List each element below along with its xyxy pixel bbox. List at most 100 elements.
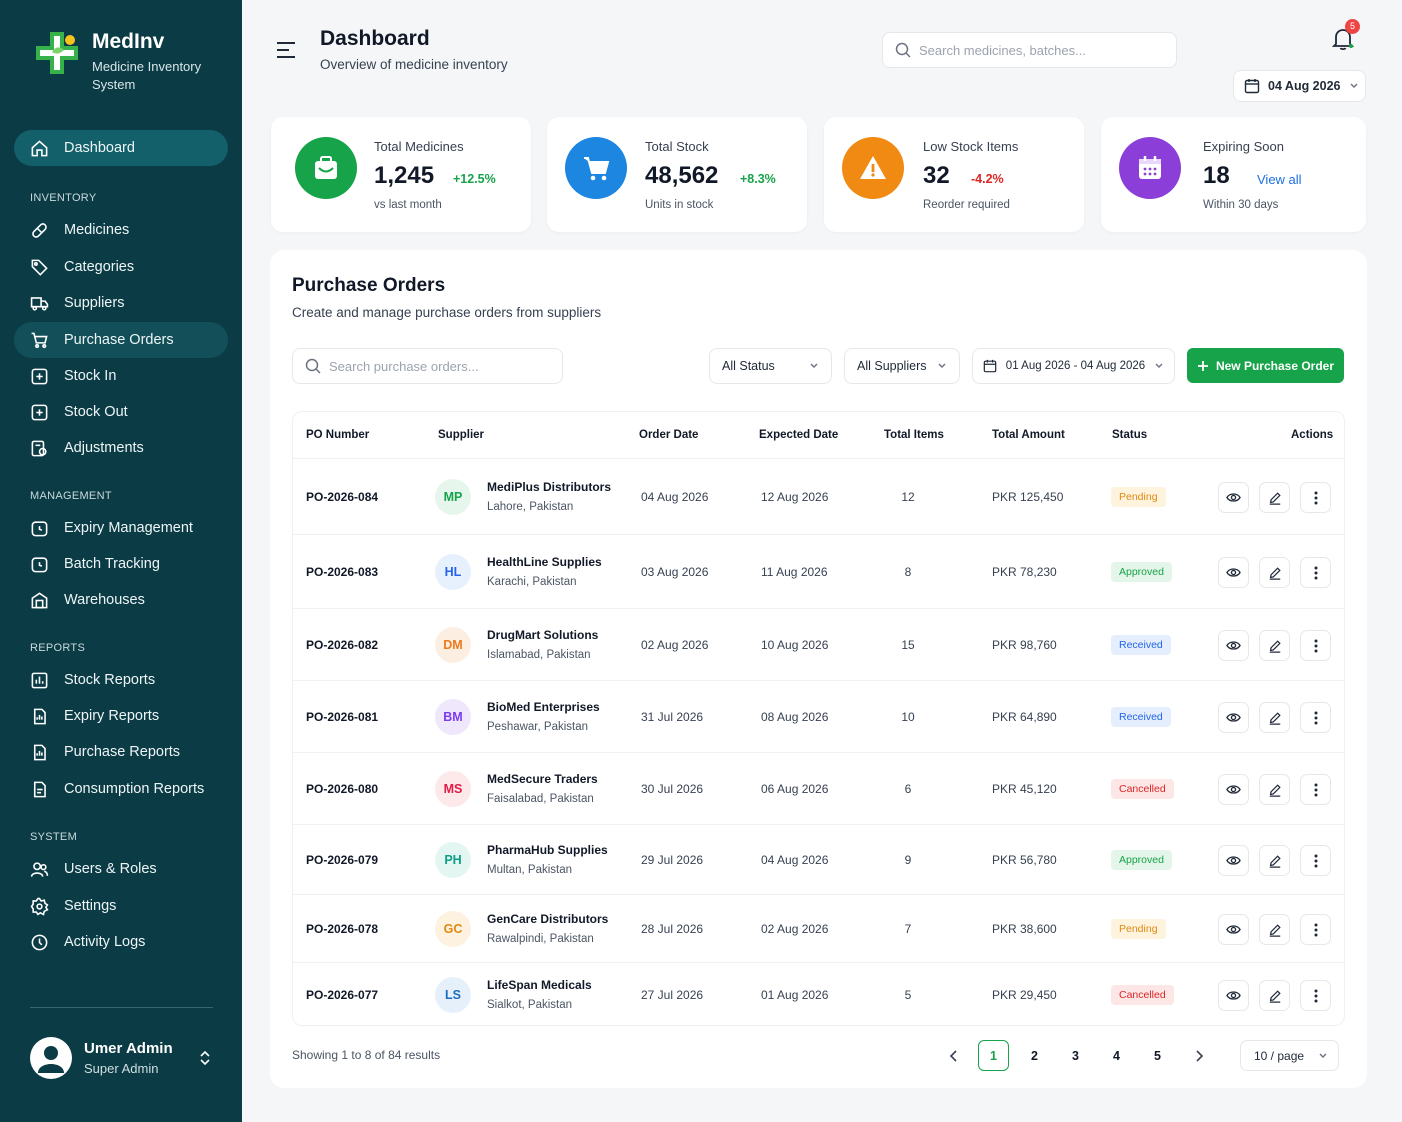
view-button[interactable] bbox=[1218, 482, 1249, 513]
more-options-button[interactable] bbox=[1300, 845, 1331, 876]
view-button[interactable] bbox=[1218, 630, 1249, 661]
sidebar-item-stock-in[interactable]: Stock In bbox=[14, 358, 228, 394]
menu-toggle-button[interactable] bbox=[276, 40, 298, 60]
more-options-button[interactable] bbox=[1300, 630, 1331, 661]
view-button[interactable] bbox=[1218, 774, 1249, 805]
table-row[interactable]: PO-2026-079 PH PharmaHub Supplies Multan, P… bbox=[293, 824, 1344, 894]
total-items: 9 bbox=[904, 853, 912, 867]
po-search[interactable] bbox=[292, 348, 563, 384]
stat-card-expiring-soon[interactable]: Expiring Soon 18 View all Within 30 days bbox=[1101, 117, 1366, 232]
chevron-up-down-icon[interactable] bbox=[198, 1050, 212, 1066]
sidebar-item-purchase-orders[interactable]: Purchase Orders bbox=[14, 322, 228, 358]
col-total-items[interactable]: Total Items bbox=[884, 429, 944, 441]
po-number[interactable]: PO-2026-077 bbox=[306, 988, 378, 1002]
col-po-number[interactable]: PO Number bbox=[306, 429, 369, 441]
edit-button[interactable] bbox=[1259, 630, 1290, 661]
more-options-button[interactable] bbox=[1300, 774, 1331, 805]
page-button-5[interactable]: 5 bbox=[1142, 1040, 1173, 1071]
status-filter-select[interactable]: All Status bbox=[709, 348, 832, 384]
col-supplier[interactable]: Supplier bbox=[438, 429, 484, 441]
user-profile[interactable]: Umer Admin Super Admin bbox=[30, 1036, 220, 1080]
edit-button[interactable] bbox=[1259, 845, 1290, 876]
search-input[interactable] bbox=[919, 42, 1139, 58]
date-picker-button[interactable]: 04 Aug 2026 bbox=[1233, 70, 1366, 102]
view-button[interactable] bbox=[1218, 914, 1249, 945]
expected-date: 08 Aug 2026 bbox=[761, 710, 829, 724]
view-button[interactable] bbox=[1218, 845, 1249, 876]
date-range-picker[interactable]: 01 Aug 2026 - 04 Aug 2026 bbox=[972, 348, 1175, 384]
order-date: 29 Jul 2026 bbox=[641, 853, 704, 867]
table-row[interactable]: PO-2026-078 GC GenCare Distributors Rawalpi… bbox=[293, 894, 1344, 962]
table-row[interactable]: PO-2026-084 MP MediPlus Distributors Lahore… bbox=[293, 458, 1344, 534]
col-status[interactable]: Status bbox=[1112, 429, 1147, 441]
table-row[interactable]: PO-2026-082 DM DrugMart Solutions Islamabad… bbox=[293, 608, 1344, 680]
brand[interactable]: MedInv Medicine Inventory System bbox=[32, 28, 212, 94]
view-button[interactable] bbox=[1218, 980, 1249, 1011]
sidebar-item-expiry-reports[interactable]: Expiry Reports bbox=[14, 698, 228, 734]
col-order-date[interactable]: Order Date bbox=[639, 429, 698, 441]
chevron-down-icon bbox=[1350, 83, 1357, 88]
po-number[interactable]: PO-2026-080 bbox=[306, 782, 378, 796]
view-button[interactable] bbox=[1218, 702, 1249, 733]
po-number[interactable]: PO-2026-078 bbox=[306, 922, 378, 936]
sidebar-item-suppliers[interactable]: Suppliers bbox=[14, 285, 228, 321]
table-row[interactable]: PO-2026-077 LS LifeSpan Medicals Sialkot, P… bbox=[293, 962, 1344, 1026]
per-page-select[interactable]: 10 / page bbox=[1240, 1040, 1339, 1071]
po-number[interactable]: PO-2026-082 bbox=[306, 638, 378, 652]
sidebar-item-stock-out[interactable]: Stock Out bbox=[14, 394, 228, 430]
sidebar-item-consumption-reports[interactable]: Consumption Reports bbox=[14, 771, 228, 807]
new-purchase-order-button[interactable]: New Purchase Order bbox=[1187, 348, 1344, 383]
status-badge: Pending bbox=[1111, 919, 1166, 939]
table-row[interactable]: PO-2026-080 MS MedSecure Traders Faisalabad… bbox=[293, 752, 1344, 824]
sidebar-item-stock-reports[interactable]: Stock Reports bbox=[14, 662, 228, 698]
supplier-location: Sialkot, Pakistan bbox=[487, 999, 573, 1011]
table-row[interactable]: PO-2026-081 BM BioMed Enterprises Peshawar,… bbox=[293, 680, 1344, 752]
po-search-input[interactable] bbox=[329, 358, 549, 374]
sidebar-item-users-roles[interactable]: Users & Roles bbox=[14, 851, 228, 887]
sidebar-item-dashboard[interactable]: Dashboard bbox=[14, 130, 228, 166]
calendar-icon bbox=[1119, 137, 1181, 199]
table-row[interactable]: PO-2026-083 HL HealthLine Supplies Karachi,… bbox=[293, 534, 1344, 608]
page-button-3[interactable]: 3 bbox=[1060, 1040, 1091, 1071]
sidebar-item-medicines[interactable]: Medicines bbox=[14, 212, 228, 248]
po-number[interactable]: PO-2026-084 bbox=[306, 490, 378, 504]
edit-button[interactable] bbox=[1259, 482, 1290, 513]
eye-icon bbox=[1226, 856, 1241, 865]
view-all-link[interactable]: View all bbox=[1257, 172, 1302, 187]
stat-card-total-medicines[interactable]: Total Medicines 1,245 +12.5% vs last mon… bbox=[271, 117, 531, 232]
more-options-button[interactable] bbox=[1300, 702, 1331, 733]
col-expected-date[interactable]: Expected Date bbox=[759, 429, 838, 441]
supplier-filter-select[interactable]: All Suppliers bbox=[844, 348, 960, 384]
table-header: PO Number Supplier Order Date Expected D… bbox=[293, 412, 1344, 458]
more-options-button[interactable] bbox=[1300, 980, 1331, 1011]
page-button-4[interactable]: 4 bbox=[1101, 1040, 1132, 1071]
sidebar-item-activity-logs[interactable]: Activity Logs bbox=[14, 924, 228, 960]
po-number[interactable]: PO-2026-079 bbox=[306, 853, 378, 867]
po-number[interactable]: PO-2026-081 bbox=[306, 710, 378, 724]
page-button-1[interactable]: 1 bbox=[978, 1040, 1009, 1071]
global-search[interactable] bbox=[882, 32, 1177, 68]
next-page-button[interactable] bbox=[1183, 1040, 1214, 1071]
page-button-2[interactable]: 2 bbox=[1019, 1040, 1050, 1071]
edit-button[interactable] bbox=[1259, 774, 1290, 805]
stat-card-total-stock[interactable]: Total Stock 48,562 +8.3% Units in stock bbox=[547, 117, 807, 232]
more-options-button[interactable] bbox=[1300, 557, 1331, 588]
edit-button[interactable] bbox=[1259, 980, 1290, 1011]
view-button[interactable] bbox=[1218, 557, 1249, 588]
sidebar-item-settings[interactable]: Settings bbox=[14, 888, 228, 924]
sidebar-item-categories[interactable]: Categories bbox=[14, 249, 228, 285]
sidebar-item-batch-tracking[interactable]: Batch Tracking bbox=[14, 546, 228, 582]
more-options-button[interactable] bbox=[1300, 914, 1331, 945]
prev-page-button[interactable] bbox=[938, 1040, 969, 1071]
edit-button[interactable] bbox=[1259, 557, 1290, 588]
sidebar-item-warehouses[interactable]: Warehouses bbox=[14, 582, 228, 618]
sidebar-item-adjustments[interactable]: Adjustments bbox=[14, 430, 228, 466]
sidebar-item-expiry-management[interactable]: Expiry Management bbox=[14, 510, 228, 546]
po-number[interactable]: PO-2026-083 bbox=[306, 565, 378, 579]
edit-button[interactable] bbox=[1259, 702, 1290, 733]
sidebar-item-purchase-reports[interactable]: Purchase Reports bbox=[14, 734, 228, 770]
edit-button[interactable] bbox=[1259, 914, 1290, 945]
stat-card-low-stock[interactable]: Low Stock Items 32 -4.2% Reorder require… bbox=[824, 117, 1084, 232]
col-total-amount[interactable]: Total Amount bbox=[992, 429, 1065, 441]
more-options-button[interactable] bbox=[1300, 482, 1331, 513]
